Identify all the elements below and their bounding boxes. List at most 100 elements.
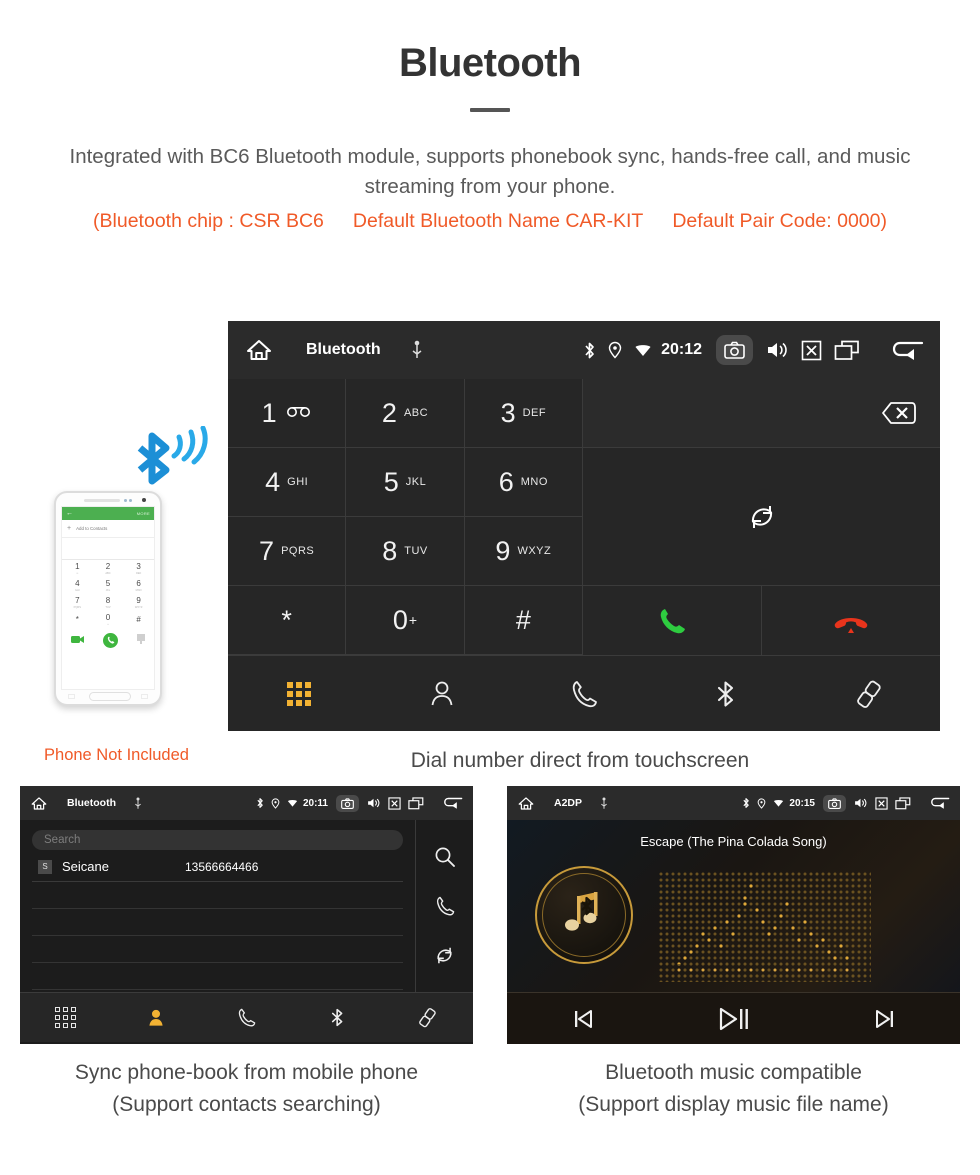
- phone-key-0-label: 0: [105, 612, 111, 622]
- close-box-icon[interactable]: [801, 340, 822, 361]
- phonebook-body: Search S Seicane 13566664466: [20, 820, 473, 992]
- key-0[interactable]: 0 +: [346, 586, 465, 655]
- phone-key-1[interactable]: 1 ∞: [62, 560, 93, 577]
- nav-call-history[interactable]: [201, 1007, 292, 1028]
- phonebook-caption-line2: (Support contacts searching): [112, 1093, 381, 1116]
- key-5-letters: JKL: [405, 476, 427, 488]
- close-box-icon[interactable]: [388, 796, 401, 810]
- home-icon[interactable]: [246, 338, 272, 362]
- call-icon[interactable]: [435, 895, 455, 917]
- nav-bluetooth[interactable]: [292, 1007, 383, 1028]
- nav-keypad[interactable]: [228, 681, 370, 706]
- previous-track-button[interactable]: [507, 1007, 658, 1031]
- phone-app-header: ← MORE: [62, 507, 154, 520]
- next-track-button[interactable]: [809, 1007, 960, 1031]
- dialer-clock: 20:12: [661, 341, 702, 358]
- key-5[interactable]: 5 JKL: [346, 448, 465, 517]
- music-clock: 20:15: [789, 797, 815, 809]
- search-input[interactable]: Search: [32, 830, 403, 850]
- phone-keypad-toggle-icon[interactable]: [136, 631, 145, 649]
- sync-icon[interactable]: [747, 502, 777, 532]
- backspace-icon[interactable]: [870, 400, 916, 426]
- close-box-icon[interactable]: [875, 796, 888, 810]
- phone-key-star[interactable]: *: [62, 611, 93, 628]
- phone-key-6[interactable]: 6 MNO: [123, 577, 154, 594]
- wifi-icon: [287, 798, 298, 808]
- home-icon[interactable]: [518, 796, 534, 811]
- key-4[interactable]: 4 GHI: [228, 448, 347, 517]
- home-icon[interactable]: [31, 796, 47, 811]
- phone-key-8[interactable]: 8 TUV: [93, 594, 124, 611]
- phone-screen: ← MORE + Add to Contacts 1 ∞ 2 ABC 3 DEF 4G…: [61, 506, 155, 690]
- key-4-letters: GHI: [287, 476, 309, 488]
- key-7-letters: PQRS: [281, 545, 315, 557]
- phone-key-4-sub: GHI: [75, 588, 80, 592]
- phone-key-hash[interactable]: #: [123, 611, 154, 628]
- dialer-bottom-nav: [228, 655, 940, 731]
- hangup-button[interactable]: [762, 586, 940, 655]
- phone-video-call-icon[interactable]: [71, 631, 85, 649]
- phone-back-icon[interactable]: ←: [66, 510, 73, 517]
- phone-key-1-sub: ∞: [76, 571, 79, 575]
- phone-key-5-sub: JKL: [105, 588, 111, 592]
- phone-key-4[interactable]: 4 GHI: [62, 577, 93, 594]
- nav-pair[interactable]: [798, 679, 940, 709]
- recents-icon[interactable]: [408, 796, 424, 810]
- phone-add-contact-row[interactable]: + Add to Contacts: [62, 520, 154, 538]
- phone-call-button[interactable]: [103, 632, 119, 648]
- phone-key-5[interactable]: 5 JKL: [93, 577, 124, 594]
- phone-key-9[interactable]: 9 WXYZ: [123, 594, 154, 611]
- back-arrow-icon[interactable]: [927, 796, 951, 810]
- nav-contacts[interactable]: [111, 1008, 202, 1028]
- phone-key-2-label: 2: [105, 561, 111, 571]
- list-item[interactable]: S Seicane 13566664466: [32, 859, 403, 882]
- phone-key-2[interactable]: 2 ABC: [93, 560, 124, 577]
- volume-icon[interactable]: [366, 797, 381, 809]
- key-2[interactable]: 2 ABC: [346, 379, 465, 448]
- back-arrow-icon[interactable]: [440, 796, 464, 810]
- phone-key-3[interactable]: 3 DEF: [123, 560, 154, 577]
- nav-bluetooth[interactable]: [655, 679, 797, 709]
- key-star[interactable]: *: [228, 586, 347, 655]
- list-item-empty: [32, 936, 403, 963]
- key-8[interactable]: 8 TUV: [346, 517, 465, 586]
- phone-key-0[interactable]: 0 +: [93, 611, 124, 628]
- recents-icon[interactable]: [834, 340, 860, 361]
- play-pause-button[interactable]: [658, 1005, 809, 1033]
- key-6[interactable]: 6 MNO: [464, 448, 583, 517]
- key-7[interactable]: 7 PQRS: [228, 517, 347, 586]
- camera-icon[interactable]: [336, 794, 359, 812]
- spec-line: (Bluetooth chip : CSR BC6 Default Bluetoo…: [0, 210, 980, 233]
- call-controls: [583, 586, 940, 655]
- phone-not-included-note: Phone Not Included: [44, 746, 189, 764]
- phone-number-field: [62, 538, 154, 560]
- phone-more-label[interactable]: MORE: [137, 511, 150, 516]
- key-hash[interactable]: #: [464, 586, 583, 655]
- dialer-screenshot: Bluetooth 20:12 1 2 ABC 3 DEF 4 GHI 5 JK…: [228, 321, 940, 731]
- nav-keypad[interactable]: [20, 1007, 111, 1028]
- phone-sensor: [124, 499, 127, 502]
- camera-icon[interactable]: [716, 335, 753, 365]
- call-button[interactable]: [583, 586, 762, 655]
- sync-icon[interactable]: [434, 945, 455, 966]
- volume-icon[interactable]: [853, 797, 868, 809]
- music-title: A2DP: [554, 797, 583, 809]
- phone-home-key: [89, 692, 131, 701]
- back-arrow-icon[interactable]: [886, 339, 926, 362]
- nav-call-history[interactable]: [513, 679, 655, 709]
- contacts-person-icon: [147, 1008, 165, 1028]
- phone-key-7[interactable]: 7 PQRS: [62, 594, 93, 611]
- recents-icon[interactable]: [895, 796, 911, 810]
- nav-contacts[interactable]: [370, 680, 512, 708]
- phone-key-0-sub: +: [107, 622, 109, 626]
- music-body: Escape (The Pina Colada Song): [507, 820, 960, 992]
- search-placeholder: Search: [44, 834, 81, 846]
- key-4-label: 4: [265, 466, 281, 497]
- camera-icon[interactable]: [823, 794, 846, 812]
- nav-pair[interactable]: [382, 1007, 473, 1028]
- key-1[interactable]: 1: [228, 379, 347, 448]
- key-9[interactable]: 9 WXYZ: [464, 517, 583, 586]
- volume-icon[interactable]: [765, 340, 789, 360]
- search-icon[interactable]: [434, 846, 456, 868]
- key-3[interactable]: 3 DEF: [464, 379, 583, 448]
